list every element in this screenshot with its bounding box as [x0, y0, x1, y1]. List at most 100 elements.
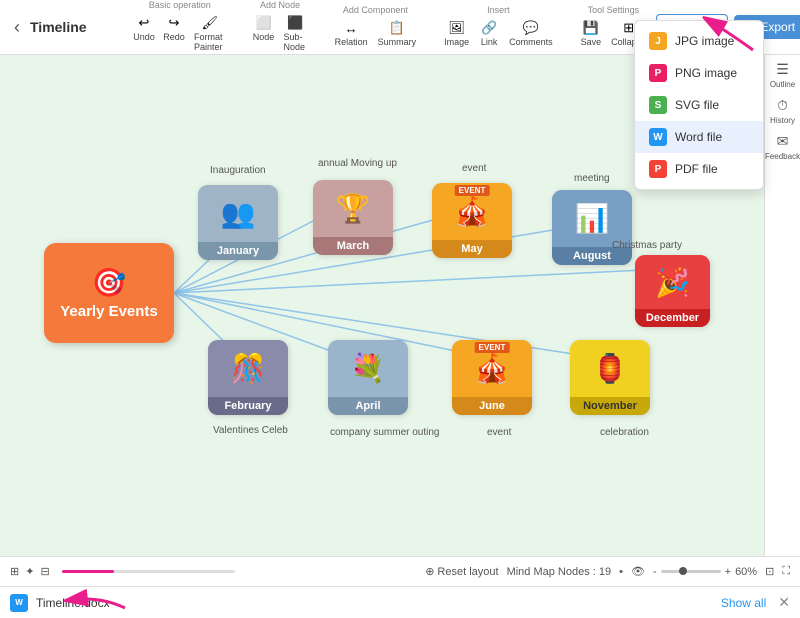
march-icon: 🏆	[313, 180, 393, 237]
export-pdf-item[interactable]: P PDF file	[635, 153, 763, 185]
outline-button[interactable]: ☰ Outline	[770, 61, 795, 89]
summary-label: Summary	[378, 37, 417, 47]
zoom-in-btn[interactable]: +	[725, 566, 731, 578]
summary-icon: 📋	[387, 19, 407, 37]
node-april[interactable]: 💐 April	[328, 340, 408, 415]
sub-node-label: Sub-Node	[284, 32, 307, 52]
show-all-button[interactable]: Show all	[721, 596, 766, 610]
pdf-label: PDF file	[675, 162, 718, 176]
undo-label: Undo	[133, 32, 155, 42]
bullet-icon: •	[619, 566, 623, 578]
link-button[interactable]: 🔗 Link	[475, 17, 503, 49]
file-bar: W Timeline.docx Show all ✕	[0, 586, 800, 618]
node-may[interactable]: EVENT 🎪 May	[432, 183, 512, 258]
word-icon: W	[649, 128, 667, 146]
relation-icon: ↔	[341, 19, 361, 37]
format-painter-icon: 🖌	[200, 14, 220, 32]
export-label: Export	[760, 20, 795, 34]
comments-icon: 💬	[521, 19, 541, 37]
december-icon: 🎉	[635, 255, 710, 309]
annotation-meeting: meeting	[574, 173, 610, 184]
file-close-button[interactable]: ✕	[778, 594, 790, 611]
bottom-toolbar: ⊞ ✦ ⊟ ⊕ Reset layout Mind Map Nodes : 19…	[0, 556, 800, 586]
export-word-item[interactable]: W Word file	[635, 121, 763, 153]
settings-icon[interactable]: ✦	[25, 565, 34, 578]
fullscreen-btn[interactable]: ⛶	[782, 565, 790, 578]
export-dropdown: J JPG image P PNG image S SVG file W Wor…	[634, 20, 764, 190]
link-label: Link	[481, 37, 498, 47]
annotation-valentines: Valentines Celeb	[213, 425, 288, 436]
feedback-label: Feedback	[765, 152, 800, 161]
node-june[interactable]: EVENT 🎪 June	[452, 340, 532, 415]
november-icon: 🏮	[570, 340, 650, 397]
fit-screen-btn[interactable]: ⊡	[765, 565, 774, 578]
basic-op-label: Basic operation	[149, 0, 211, 10]
node-august[interactable]: 📊 August	[552, 190, 632, 265]
january-icon: 👥	[198, 185, 278, 242]
december-label: December	[635, 309, 710, 327]
root-node[interactable]: 🎯 Yearly Events	[44, 243, 174, 343]
image-button[interactable]: 🖼 Image	[440, 17, 473, 49]
zoom-controls: - + 60%	[653, 566, 757, 578]
image-icon: 🖼	[447, 19, 467, 37]
zoom-out-btn[interactable]: -	[653, 566, 657, 578]
png-icon: P	[649, 64, 667, 82]
node-november[interactable]: 🏮 November	[570, 340, 650, 415]
redo-button[interactable]: ↪ Redo	[160, 12, 188, 54]
image-label: Image	[444, 37, 469, 47]
annotation-june-event: event	[487, 427, 511, 438]
relation-button[interactable]: ↔ Relation	[331, 17, 372, 49]
zoom-slider[interactable]	[661, 570, 721, 573]
save-icon: 💾	[581, 19, 601, 37]
save-label: Save	[581, 37, 602, 47]
node-february[interactable]: 🎊 February	[208, 340, 288, 415]
eye-icon[interactable]: 👁	[631, 565, 645, 578]
history-label: History	[770, 116, 795, 125]
node-december[interactable]: 🎉 December	[635, 255, 710, 327]
format-painter-button[interactable]: 🖌 Format Painter	[190, 12, 230, 54]
mind-map-nodes-label: Mind Map Nodes : 19	[507, 566, 612, 578]
bottom-icons: ⊞ ✦ ⊟	[10, 565, 50, 578]
summary-button[interactable]: 📋 Summary	[374, 17, 421, 49]
link-icon: 🔗	[479, 19, 499, 37]
grid-icon[interactable]: ⊞	[10, 565, 19, 578]
node-january[interactable]: 👥 January	[198, 185, 278, 260]
reset-layout-btn[interactable]: ⊕ Reset layout	[425, 565, 498, 578]
insert-label: Insert	[487, 5, 510, 15]
layout-icon[interactable]: ⊟	[40, 565, 49, 578]
comments-label: Comments	[509, 37, 553, 47]
undo-button[interactable]: ↩ Undo	[130, 12, 158, 54]
redo-icon: ↪	[164, 14, 184, 32]
march-label: March	[313, 237, 393, 255]
add-node-buttons: ⬜ Node ⬛ Sub-Node	[250, 12, 311, 54]
june-label: June	[452, 397, 532, 415]
toolbar-group-insert: Insert 🖼 Image 🔗 Link 💬 Comments	[440, 5, 557, 49]
add-component-buttons: ↔ Relation 📋 Summary	[331, 17, 421, 49]
node-button[interactable]: ⬜ Node	[250, 12, 278, 54]
node-label: Node	[253, 32, 275, 42]
sub-node-button[interactable]: ⬛ Sub-Node	[280, 12, 311, 54]
node-march[interactable]: 🏆 March	[313, 180, 393, 255]
export-svg-item[interactable]: S SVG file	[635, 89, 763, 121]
history-button[interactable]: ⏱ History	[770, 97, 795, 125]
png-label: PNG image	[675, 66, 737, 80]
feedback-icon: ✉	[777, 133, 789, 150]
feedback-button[interactable]: ✉ Feedback	[765, 133, 800, 161]
annotation-inauguration: Inauguration	[210, 165, 266, 176]
add-component-label: Add Component	[343, 5, 408, 15]
format-painter-label: Format Painter	[194, 32, 226, 52]
export-png-item[interactable]: P PNG image	[635, 57, 763, 89]
back-button[interactable]: ‹	[8, 13, 26, 42]
reset-label: Reset layout	[437, 566, 498, 578]
redo-label: Redo	[163, 32, 185, 42]
svg-icon: S	[649, 96, 667, 114]
app-title: Timeline	[30, 19, 100, 35]
february-label: February	[208, 397, 288, 415]
save-button[interactable]: 💾 Save	[577, 17, 606, 49]
reset-icon: ⊕	[425, 565, 434, 578]
comments-button[interactable]: 💬 Comments	[505, 17, 557, 49]
export-jpg-item[interactable]: J JPG image	[635, 25, 763, 57]
svg-label: SVG file	[675, 98, 719, 112]
sub-node-icon: ⬛	[285, 14, 305, 32]
november-label: November	[570, 397, 650, 415]
